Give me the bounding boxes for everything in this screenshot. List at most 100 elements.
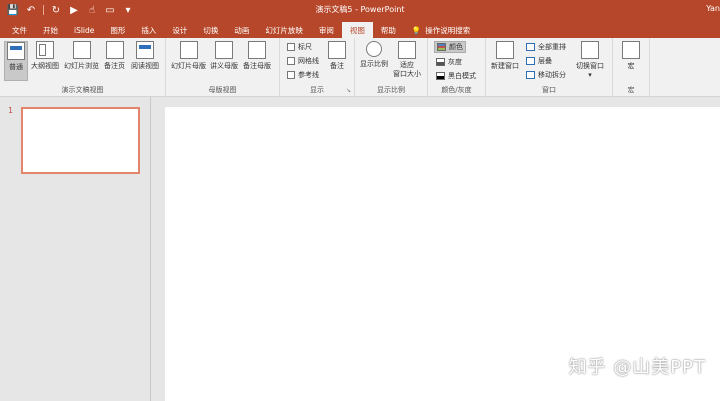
ruler-checkbox-box[interactable] [287,43,295,51]
reading-view-label: 阅读视图 [131,62,159,70]
new-window-label: 新建窗口 [491,62,519,70]
watermark: 知乎 @山美PPT [568,357,706,378]
tab-view[interactable]: 视图 [341,22,373,38]
tab-slide-show[interactable]: 幻灯片放映 [257,22,311,38]
fit-to-window-button[interactable]: 适应 窗口大小 [393,41,421,81]
switch-windows-label: 切换窗口 [576,62,604,70]
black-white-option-label: 黑白模式 [448,72,476,80]
zoom-button[interactable]: 显示比例 [360,41,388,81]
gridlines-label: 网格线 [298,57,319,65]
group-label-color-grayscale: 颜色/灰度 [441,86,472,94]
ruler-checkbox[interactable]: 标尺 [287,42,312,52]
guides-checkbox-box[interactable] [287,71,295,79]
switch-windows-button[interactable]: 切换窗口 ▾ [576,41,604,81]
tab-insert[interactable]: 插入 [133,22,164,38]
cascade-label: 层叠 [538,57,552,65]
switch-windows-dropdown-icon: ▾ [588,71,592,79]
macros-button-label: 宏 [627,62,635,70]
color-option-label: 颜色 [449,43,463,51]
ruler-label: 标尺 [298,43,312,51]
tab-home[interactable]: 开始 [35,22,66,38]
tab-help[interactable]: 帮助 [373,22,404,38]
slide-sorter-label: 幻灯片浏览 [64,62,99,70]
slide-master-button[interactable]: 幻灯片母版 [171,41,206,81]
move-split-label: 移动拆分 [538,71,566,79]
slide-master-label: 幻灯片母版 [171,62,206,70]
notes-toggle-button[interactable]: 备注 [328,41,346,81]
magnifier-icon [366,41,382,57]
group-master-views: 幻灯片母版 讲义母版 备注母版 母版视图 [166,38,280,97]
arrange-all-icon [526,43,535,51]
handout-master-icon [215,41,233,59]
black-white-swatch-icon [436,72,445,80]
move-split-button[interactable]: 移动拆分 [526,70,566,80]
gridlines-checkbox-box[interactable] [287,57,295,65]
reading-view-icon [136,41,154,59]
normal-view-icon [7,42,25,60]
tab-review[interactable]: 审阅 [311,22,342,38]
group-label-window: 窗口 [542,86,556,94]
show-dialog-launcher-icon[interactable]: ↘ [346,87,351,94]
group-color-grayscale: 颜色 灰度 黑白模式 颜色/灰度 [428,38,486,97]
tab-animations[interactable]: 动画 [226,22,257,38]
group-window: 新建窗口 全部重排 层叠 移动拆分 切换窗口 ▾ 窗口 [486,38,613,97]
group-zoom: 显示比例 适应 窗口大小 显示比例 [355,38,428,97]
normal-view-button[interactable]: 普通 [4,41,28,81]
tab-file[interactable]: 文件 [4,22,35,38]
slide-thumbnail-pane: 1 [0,97,151,401]
tell-me-search[interactable]: 💡 操作说明搜索 [404,22,478,38]
new-window-icon [496,41,514,59]
tab-islide[interactable]: iSlide [66,22,102,38]
grayscale-swatch-icon [436,58,445,66]
group-label-macros: 宏 [627,86,635,94]
notes-toggle-label: 备注 [330,62,344,70]
notes-master-icon [248,41,266,59]
group-label-master-views: 母版视图 [208,86,237,94]
user-name[interactable]: Yan [706,4,720,13]
switch-windows-icon [581,41,599,59]
ribbon: 普通 大纲视图 幻灯片浏览 备注页 阅读视图 演示文稿视图 幻灯片母版 讲义母版 [0,38,720,97]
fit-to-window-label-1: 适应 [400,61,414,69]
slide-number: 1 [8,106,14,115]
fit-to-window-icon [398,41,416,59]
tab-transitions[interactable]: 切换 [195,22,226,38]
tab-graphics[interactable]: 图形 [102,22,133,38]
reading-view-button[interactable]: 阅读视图 [131,41,159,81]
notes-page-button[interactable]: 备注页 [104,41,125,81]
zoom-label: 显示比例 [360,60,388,68]
slide-thumbnail[interactable] [21,107,140,174]
black-white-option[interactable]: 黑白模式 [436,71,476,81]
color-option[interactable]: 颜色 [434,41,466,53]
cascade-button[interactable]: 层叠 [526,56,552,66]
group-show: 标尺 网格线 参考线 备注 显示 ↘ [280,38,355,97]
notes-icon [328,41,346,59]
slide-sorter-button[interactable]: 幻灯片浏览 [64,41,99,81]
tab-design[interactable]: 设计 [164,22,195,38]
cascade-icon [526,57,535,65]
outline-view-label: 大纲视图 [31,62,59,70]
gridlines-checkbox[interactable]: 网格线 [287,56,319,66]
macros-button[interactable]: 宏 [622,41,640,81]
lightbulb-icon: 💡 [411,25,422,35]
slide-master-icon [179,41,198,59]
window-title: 演示文稿5 - PowerPoint [315,5,405,14]
ribbon-tabs: 文件 开始 iSlide 图形 插入 设计 切换 动画 幻灯片放映 审阅 视图 … [0,20,720,38]
handout-master-button[interactable]: 讲义母版 [210,41,238,81]
outline-view-icon [36,41,54,59]
notes-master-button[interactable]: 备注母版 [243,41,271,81]
handout-master-label: 讲义母版 [210,62,238,70]
grayscale-option[interactable]: 灰度 [436,57,462,67]
notes-page-label: 备注页 [104,62,125,70]
new-window-button[interactable]: 新建窗口 [491,41,519,81]
outline-view-button[interactable]: 大纲视图 [31,41,59,81]
fit-to-window-label-2: 窗口大小 [393,70,421,78]
group-label-presentation-views: 演示文稿视图 [61,86,104,94]
guides-checkbox[interactable]: 参考线 [287,70,319,80]
arrange-all-button[interactable]: 全部重排 [526,42,566,52]
group-label-show: 显示 [310,86,324,94]
group-presentation-views: 普通 大纲视图 幻灯片浏览 备注页 阅读视图 演示文稿视图 [0,38,166,97]
notes-master-label: 备注母版 [243,62,271,70]
tell-me-label: 操作说明搜索 [425,25,471,35]
color-swatch-icon [437,43,446,51]
arrange-all-label: 全部重排 [538,43,566,51]
